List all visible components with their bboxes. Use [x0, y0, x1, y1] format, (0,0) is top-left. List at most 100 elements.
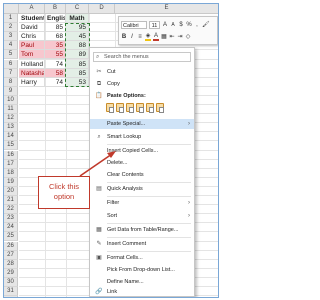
row-header[interactable]: 26: [4, 241, 18, 251]
student-name-cell[interactable]: Natasha: [19, 68, 45, 78]
paste-transpose-icon[interactable]: [136, 103, 144, 113]
header-english[interactable]: English: [45, 14, 66, 23]
select-all-corner[interactable]: [4, 4, 19, 14]
shrink-font-button[interactable]: A: [170, 22, 176, 28]
english-score-cell[interactable]: 74: [45, 77, 66, 87]
column-header-a[interactable]: A: [19, 4, 45, 14]
math-score-cell[interactable]: 95: [66, 23, 89, 33]
paste-icon[interactable]: [106, 103, 114, 113]
math-score-cell[interactable]: 89: [66, 50, 89, 60]
row-header[interactable]: 30: [4, 277, 18, 287]
paste-link-icon[interactable]: [156, 103, 164, 113]
comma-button[interactable]: ,: [194, 22, 200, 28]
row-header[interactable]: 32: [4, 296, 18, 297]
menu-item-link[interactable]: 🔗 Link: [90, 287, 194, 297]
row-header[interactable]: 31: [4, 287, 18, 297]
row-header[interactable]: 16: [4, 150, 18, 160]
menu-item-insert-comment[interactable]: ✎ Insert Comment: [90, 239, 194, 249]
grow-font-button[interactable]: A: [162, 22, 168, 28]
column-header-e[interactable]: E: [115, 4, 218, 14]
row-header[interactable]: 17: [4, 159, 18, 169]
menu-item-define-name[interactable]: Define Name...: [90, 277, 194, 287]
row-header[interactable]: 25: [4, 232, 18, 242]
english-score-cell[interactable]: 68: [45, 32, 66, 42]
student-name-cell[interactable]: Paul: [19, 41, 45, 51]
search-menus-input[interactable]: ⌕ Search the menus: [93, 52, 191, 62]
menu-item-copy[interactable]: ⧉ Copy: [90, 79, 194, 89]
english-score-cell[interactable]: 55: [45, 50, 66, 60]
menu-item-cut[interactable]: ✂ Cut: [90, 67, 194, 77]
row-header[interactable]: 15: [4, 141, 18, 151]
row-header[interactable]: 8: [4, 77, 18, 87]
menu-item-clear-contents[interactable]: Clear Contents: [90, 170, 194, 180]
clear-icon[interactable]: ◇: [185, 33, 191, 40]
row-header[interactable]: 7: [4, 68, 18, 78]
menu-item-get-data[interactable]: ▦ Get Data from Table/Range...: [90, 225, 194, 235]
student-name-cell[interactable]: Chris: [19, 32, 45, 42]
menu-item-pick-from-list[interactable]: Pick From Drop-down List...: [90, 265, 194, 275]
row-header[interactable]: 1: [4, 14, 18, 24]
row-header[interactable]: 3: [4, 32, 18, 42]
english-score-cell[interactable]: 74: [45, 59, 66, 69]
student-name-cell[interactable]: Harry: [19, 77, 45, 87]
header-math[interactable]: Math: [66, 14, 89, 23]
row-header[interactable]: 22: [4, 205, 18, 215]
decrease-decimal-icon[interactable]: ⇤: [169, 33, 175, 40]
math-score-cell[interactable]: 53: [66, 77, 89, 87]
english-score-cell[interactable]: 58: [45, 68, 66, 78]
fill-color-icon[interactable]: ◈: [145, 32, 151, 41]
row-header[interactable]: 20: [4, 186, 18, 196]
format-painter-icon[interactable]: 🖌: [202, 21, 210, 28]
percent-button[interactable]: %: [186, 22, 192, 28]
row-header[interactable]: 21: [4, 196, 18, 206]
menu-item-smart-lookup[interactable]: ⌕ Smart Lookup: [90, 132, 194, 142]
menu-item-delete[interactable]: Delete...: [90, 158, 194, 168]
bold-button[interactable]: B: [121, 34, 127, 40]
math-score-cell[interactable]: 45: [66, 32, 89, 42]
menu-item-sort[interactable]: Sort ›: [90, 211, 194, 221]
font-color-button[interactable]: A: [153, 33, 159, 41]
column-header-d[interactable]: D: [89, 4, 115, 14]
math-score-cell[interactable]: 85: [66, 68, 89, 78]
paste-formatting-icon[interactable]: [146, 103, 154, 113]
row-header[interactable]: 29: [4, 268, 18, 278]
row-header[interactable]: 14: [4, 132, 18, 142]
currency-button[interactable]: $: [178, 22, 184, 28]
column-header-c[interactable]: C: [66, 4, 89, 14]
row-header[interactable]: 4: [4, 41, 18, 51]
paste-values-icon[interactable]: [116, 103, 124, 113]
student-name-cell[interactable]: Tom: [19, 50, 45, 60]
menu-item-filter[interactable]: Filter ›: [90, 198, 194, 208]
math-score-cell[interactable]: 88: [66, 41, 89, 51]
font-name-box[interactable]: Calibri: [121, 20, 147, 29]
student-name-cell[interactable]: Holland: [19, 59, 45, 69]
row-header[interactable]: 2: [4, 23, 18, 33]
row-header[interactable]: 28: [4, 259, 18, 269]
row-header[interactable]: 18: [4, 168, 18, 178]
row-header[interactable]: 9: [4, 86, 18, 96]
column-header-b[interactable]: B: [45, 4, 66, 14]
row-header[interactable]: 24: [4, 223, 18, 233]
increase-decimal-icon[interactable]: ⇥: [177, 33, 183, 40]
menu-item-insert-copied-cells[interactable]: Insert Copied Cells...: [90, 146, 194, 156]
menu-item-quick-analysis[interactable]: ▤ Quick Analysis: [90, 184, 194, 194]
borders-icon[interactable]: ▦: [161, 33, 167, 40]
row-header[interactable]: 12: [4, 114, 18, 124]
paste-formulas-icon[interactable]: [126, 103, 134, 113]
row-header[interactable]: 6: [4, 59, 18, 69]
row-header[interactable]: 5: [4, 50, 18, 60]
row-header[interactable]: 10: [4, 95, 18, 105]
italic-button[interactable]: I: [129, 34, 135, 40]
align-button[interactable]: ≡: [137, 34, 143, 40]
row-header[interactable]: 23: [4, 214, 18, 224]
row-header[interactable]: 19: [4, 177, 18, 187]
row-header[interactable]: 13: [4, 123, 18, 133]
header-student[interactable]: Student: [19, 14, 45, 23]
font-size-box[interactable]: 11: [149, 20, 160, 29]
english-score-cell[interactable]: 35: [45, 41, 66, 51]
math-score-cell[interactable]: 85: [66, 59, 89, 69]
menu-item-format-cells[interactable]: ▣ Format Cells...: [90, 253, 194, 263]
menu-item-paste-special[interactable]: Paste Special... ›: [90, 119, 194, 129]
english-score-cell[interactable]: 85: [45, 23, 66, 33]
row-header[interactable]: 27: [4, 250, 18, 260]
